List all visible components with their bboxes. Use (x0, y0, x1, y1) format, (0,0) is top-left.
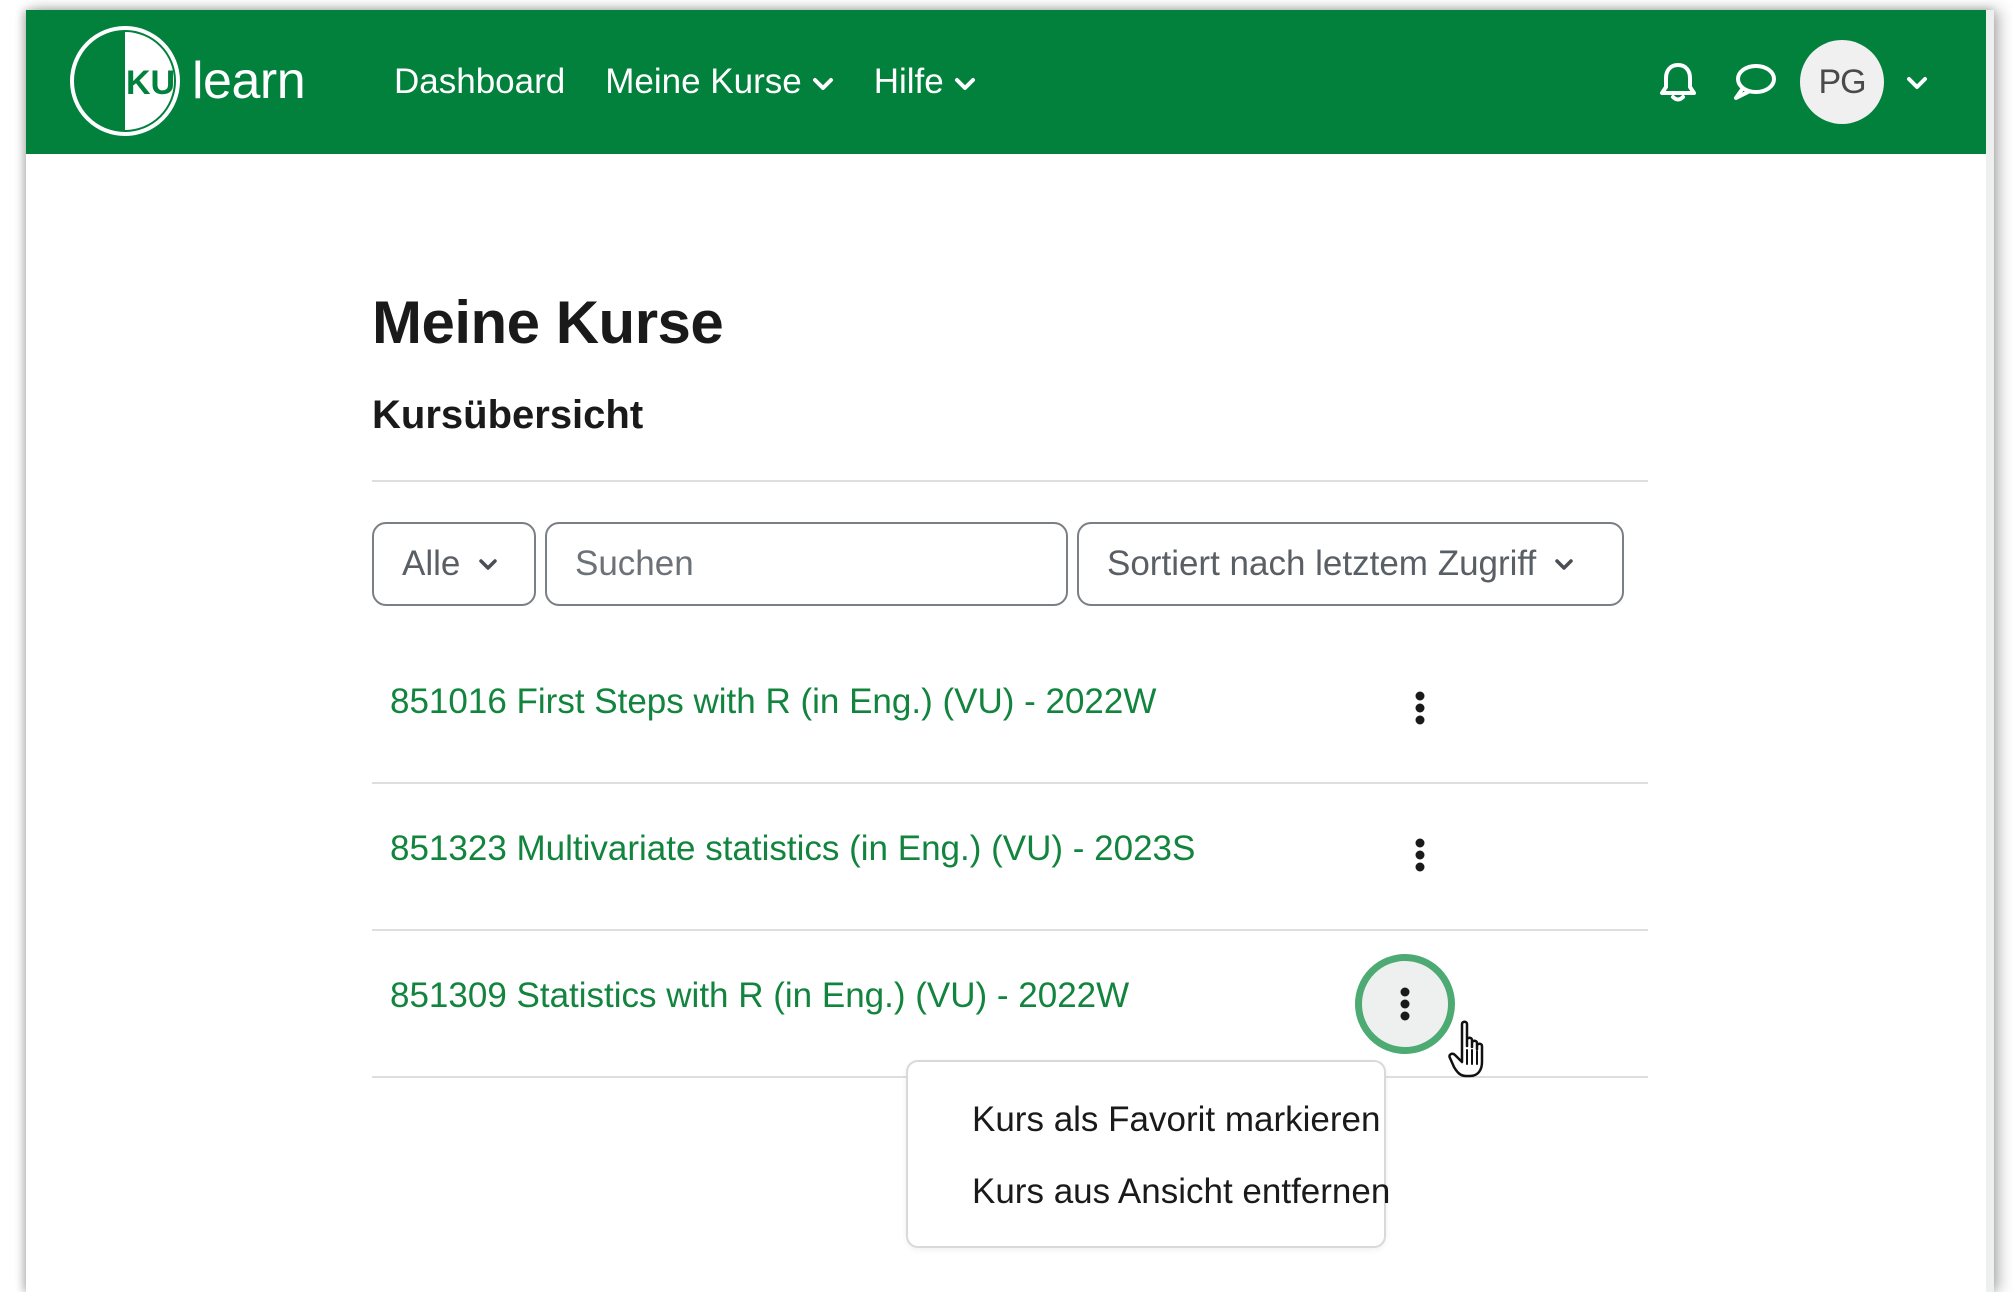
kebab-menu-icon (1415, 838, 1425, 872)
menu-item-remove-from-view[interactable]: Kurs aus Ansicht entfernen (908, 1172, 1390, 1212)
course-sort-value: Sortiert nach letztem Zugriff (1107, 544, 1537, 583)
kebab-menu-icon (1400, 987, 1410, 1021)
brand-home-link[interactable]: BOKU learn (68, 24, 306, 138)
chevron-down-icon (812, 78, 833, 90)
divider (372, 480, 1648, 482)
nav-dashboard-label: Dashboard (394, 62, 566, 101)
chevron-down-icon (1555, 558, 1573, 570)
nav-meine-kurse-label: Meine Kurse (605, 62, 802, 101)
nav-dashboard-link[interactable]: Dashboard (394, 62, 565, 102)
primary-navigation: Dashboard Meine Kurse Hilfe (394, 10, 976, 154)
browser-window: BOKU learn Dashboard Meine Kurse Hilfe P… (26, 10, 1994, 1292)
logo-text: BOKU (75, 64, 175, 102)
boku-logo: BOKU (70, 26, 180, 136)
user-navigation: PG (1626, 10, 1966, 154)
bell-icon[interactable] (1656, 60, 1700, 104)
nav-meine-kurse-dropdown[interactable]: Meine Kurse (605, 62, 833, 102)
top-navbar: BOKU learn Dashboard Meine Kurse Hilfe P… (26, 10, 1994, 154)
course-link[interactable]: 851309 Statistics with R (in Eng.) (VU) … (390, 976, 1129, 1016)
course-filter-value: Alle (402, 544, 461, 583)
chevron-down-icon (954, 78, 975, 90)
course-sort-select[interactable]: Sortiert nach letztem Zugriff (1077, 522, 1624, 606)
section-title: Kursübersicht (372, 393, 644, 437)
course-link[interactable]: 851016 First Steps with R (in Eng.) (VU)… (390, 682, 1156, 722)
brand-text: learn (192, 52, 306, 110)
course-filter-select[interactable]: Alle (372, 522, 536, 606)
divider (372, 929, 1648, 931)
chevron-down-icon[interactable] (1906, 76, 1928, 90)
chevron-down-icon (479, 558, 498, 570)
user-initials: PG (1818, 62, 1866, 101)
kebab-menu-icon (1415, 691, 1425, 725)
chat-bubble-icon[interactable] (1730, 60, 1778, 104)
course-actions-button-active[interactable] (1355, 954, 1455, 1054)
page-title: Meine Kurse (372, 289, 724, 356)
course-link[interactable]: 851323 Multivariate statistics (in Eng.)… (390, 829, 1195, 869)
divider (372, 782, 1648, 784)
menu-item-mark-favorite[interactable]: Kurs als Favorit markieren (908, 1100, 1384, 1140)
window-edge (1986, 10, 1994, 1292)
course-actions-menu: Kurs als Favorit markieren Kurs aus Ansi… (906, 1060, 1390, 1248)
nav-hilfe-label: Hilfe (873, 62, 944, 101)
course-actions-button[interactable] (1405, 686, 1435, 730)
hand-pointer-cursor-icon (1448, 1020, 1484, 1078)
course-search-placeholder: Suchen (575, 544, 694, 583)
user-avatar[interactable]: PG (1800, 40, 1884, 124)
course-actions-button[interactable] (1405, 833, 1435, 877)
nav-hilfe-dropdown[interactable]: Hilfe (874, 62, 976, 102)
course-search-input[interactable]: Suchen (545, 522, 1068, 606)
